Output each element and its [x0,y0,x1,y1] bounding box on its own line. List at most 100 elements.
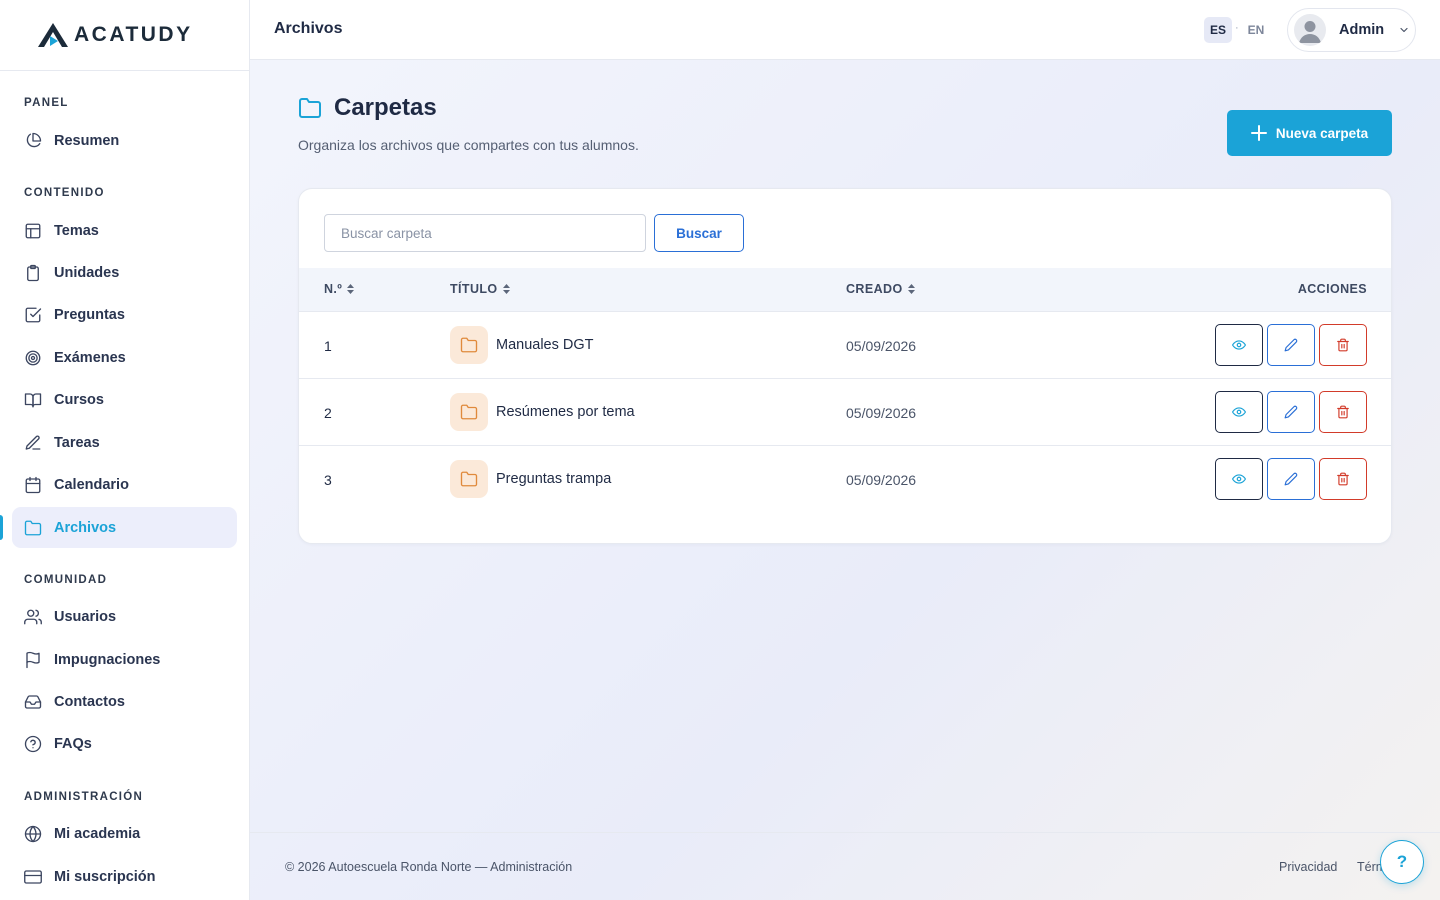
sidebar-item-calendario[interactable]: Calendario [12,464,237,505]
trash-icon [1337,472,1349,486]
folder-icon [460,471,478,487]
sidebar-item-label: Contactos [54,693,125,710]
sidebar-item-usuarios[interactable]: Usuarios [12,596,237,637]
sidebar-item-label: FAQs [54,735,92,752]
row-number: 1 [324,338,332,354]
sidebar-item-tareas[interactable]: Tareas [12,422,237,463]
sidebar-item-label: Exámenes [54,349,126,366]
search-button[interactable]: Buscar [654,214,744,252]
trash-icon [1337,405,1349,419]
check-square-icon [25,307,42,322]
new-folder-button-label: Nueva carpeta [1275,125,1369,141]
footer-copyright: © 2026 Autoescuela Ronda Norte — Adminis… [285,860,573,874]
new-folder-button[interactable]: Nueva carpeta [1227,110,1392,156]
lang-separator: · [1235,22,1239,34]
sort-icon [502,284,510,294]
table-header: N.º TÍTULO CREADO ACCIONES [299,268,1391,312]
folder-icon [460,337,478,353]
eye-icon [1232,340,1246,350]
eye-icon [1232,407,1246,417]
sidebar-item-unidades[interactable]: Unidades [12,252,237,293]
folder-badge [450,393,488,431]
column-header-label: TÍTULO [450,282,498,296]
pencil-icon [1284,405,1298,419]
eye-icon [1232,474,1246,484]
page-subtitle: Organiza los archivos que compartes con … [298,137,639,153]
inbox-icon [24,694,42,709]
row-number: 2 [324,405,332,421]
delete-button[interactable] [1319,324,1367,366]
main-content: Archivos ES · EN Admin Carpetas Organiza… [250,0,1440,900]
topbar-title: Archivos [274,20,343,37]
folders-card: Buscar N.º TÍTULO CREADO ACCIONES 1 [298,188,1392,544]
sidebar-item-label: Mi suscripción [54,868,156,885]
active-indicator [0,515,3,540]
delete-button[interactable] [1319,391,1367,433]
help-button[interactable]: ? [1380,840,1424,884]
created-date: 05/09/2026 [846,338,917,354]
lang-es-button[interactable]: ES [1204,17,1232,43]
sidebar-item-label: Cursos [54,391,104,408]
page-title: Carpetas [334,94,437,121]
sidebar-item-label: Resumen [54,132,120,149]
sidebar-item-archivos[interactable]: Archivos [12,507,237,548]
sidebar-item-cursos[interactable]: Cursos [12,379,237,420]
lang-en-button[interactable]: EN [1244,17,1268,43]
folder-badge [450,326,488,364]
sidebar-item-label: Tareas [54,434,100,451]
row-number: 3 [324,472,332,488]
delete-button[interactable] [1319,458,1367,500]
view-button[interactable] [1215,324,1263,366]
sidebar-item-faqs[interactable]: FAQs [12,723,237,764]
sidebar-item-temas[interactable]: Temas [12,210,237,251]
created-date: 05/09/2026 [846,472,917,488]
flag-icon [26,651,40,668]
user-menu[interactable]: Admin [1287,8,1416,52]
sidebar-item-mi-suscripcion[interactable]: Mi suscripción [12,856,237,897]
nav-section-administracion: ADMINISTRACIÓN [24,791,144,803]
globe-icon [24,825,42,842]
clipboard-icon [27,264,39,281]
edit-button[interactable] [1267,458,1315,500]
sidebar-item-resumen[interactable]: Resumen [12,120,237,161]
sidebar-item-impugnaciones[interactable]: Impugnaciones [12,639,237,680]
view-button[interactable] [1215,458,1263,500]
created-date: 05/09/2026 [846,405,917,421]
pen-icon [25,435,41,450]
folder-title[interactable]: Manuales DGT [496,337,594,353]
view-button[interactable] [1215,391,1263,433]
sidebar-item-preguntas[interactable]: Preguntas [12,294,237,335]
column-header-created[interactable]: CREADO [846,282,915,296]
user-name: Admin [1339,22,1385,38]
folder-title[interactable]: Preguntas trampa [496,471,611,487]
user-avatar-icon [1299,21,1321,43]
table-row: 3 Preguntas trampa 05/09/2026 [299,446,1391,513]
layout-icon [25,223,41,238]
logo[interactable]: ACATUDY [0,0,249,71]
edit-button[interactable] [1267,324,1315,366]
sidebar-item-mi-academia[interactable]: Mi academia [12,813,237,854]
sidebar-item-contactos[interactable]: Contactos [12,681,237,722]
book-open-icon [24,392,42,407]
sidebar-item-examenes[interactable]: Exámenes [12,337,237,378]
footer-privacy-link[interactable]: Privacidad [1279,860,1337,874]
column-header-actions: ACCIONES [1298,282,1367,296]
trash-icon [1337,338,1349,352]
column-header-num[interactable]: N.º [324,282,355,296]
column-header-label: N.º [324,282,343,296]
column-header-label: ACCIONES [1297,282,1367,296]
help-circle-icon [24,735,42,752]
search-input[interactable] [324,214,646,252]
edit-button[interactable] [1267,391,1315,433]
sidebar-item-label: Temas [54,222,99,239]
folder-icon [299,98,321,118]
chevron-down-icon [1400,27,1408,33]
folder-title[interactable]: Resúmenes por tema [496,404,635,420]
column-header-title[interactable]: TÍTULO [450,282,510,296]
sidebar: ACATUDY PANEL CONTENIDO COMUNIDAD ADMINI… [0,0,250,900]
sidebar-item-label: Preguntas [54,306,125,323]
sidebar-item-label: Usuarios [54,608,117,625]
pencil-icon [1284,338,1298,352]
nav-section-comunidad: COMUNIDAD [24,574,108,586]
nav-section-panel: PANEL [24,97,69,109]
